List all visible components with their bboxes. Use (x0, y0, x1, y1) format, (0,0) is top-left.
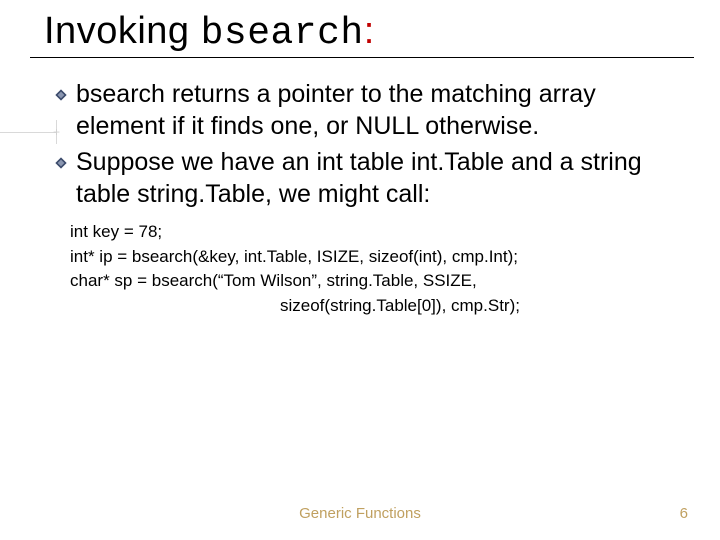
code-line: int key = 78; (70, 220, 686, 245)
title-text-pre: Invoking (44, 10, 201, 52)
bullet-text: Suppose we have an int table int.Table a… (76, 146, 686, 210)
title-container: Invoking bsearch: (30, 10, 694, 58)
guide-plus-icon: + (53, 126, 60, 138)
slide: + Invoking bsearch: bsearch returns a po… (0, 0, 720, 540)
bullet-item: Suppose we have an int table int.Table a… (50, 146, 686, 210)
footer-label: Generic Functions (0, 505, 720, 522)
diamond-bullet-icon (50, 82, 72, 108)
bullet-text: bsearch returns a pointer to the matchin… (76, 78, 686, 142)
page-number: 6 (680, 505, 688, 522)
title-code: bsearch (201, 12, 364, 55)
code-block: int key = 78; int* ip = bsearch(&key, in… (50, 220, 686, 319)
bullet-item: bsearch returns a pointer to the matchin… (50, 78, 686, 142)
code-line: int* ip = bsearch(&key, int.Table, ISIZE… (70, 245, 686, 270)
code-line: sizeof(string.Table[0]), cmp.Str); (70, 294, 686, 319)
slide-body: bsearch returns a pointer to the matchin… (46, 78, 690, 319)
code-line: char* sp = bsearch(“Tom Wilson”, string.… (70, 269, 686, 294)
diamond-bullet-icon (50, 150, 72, 176)
guide-line-h (0, 132, 56, 133)
slide-title: Invoking bsearch: (30, 10, 694, 55)
title-colon: : (364, 10, 375, 52)
